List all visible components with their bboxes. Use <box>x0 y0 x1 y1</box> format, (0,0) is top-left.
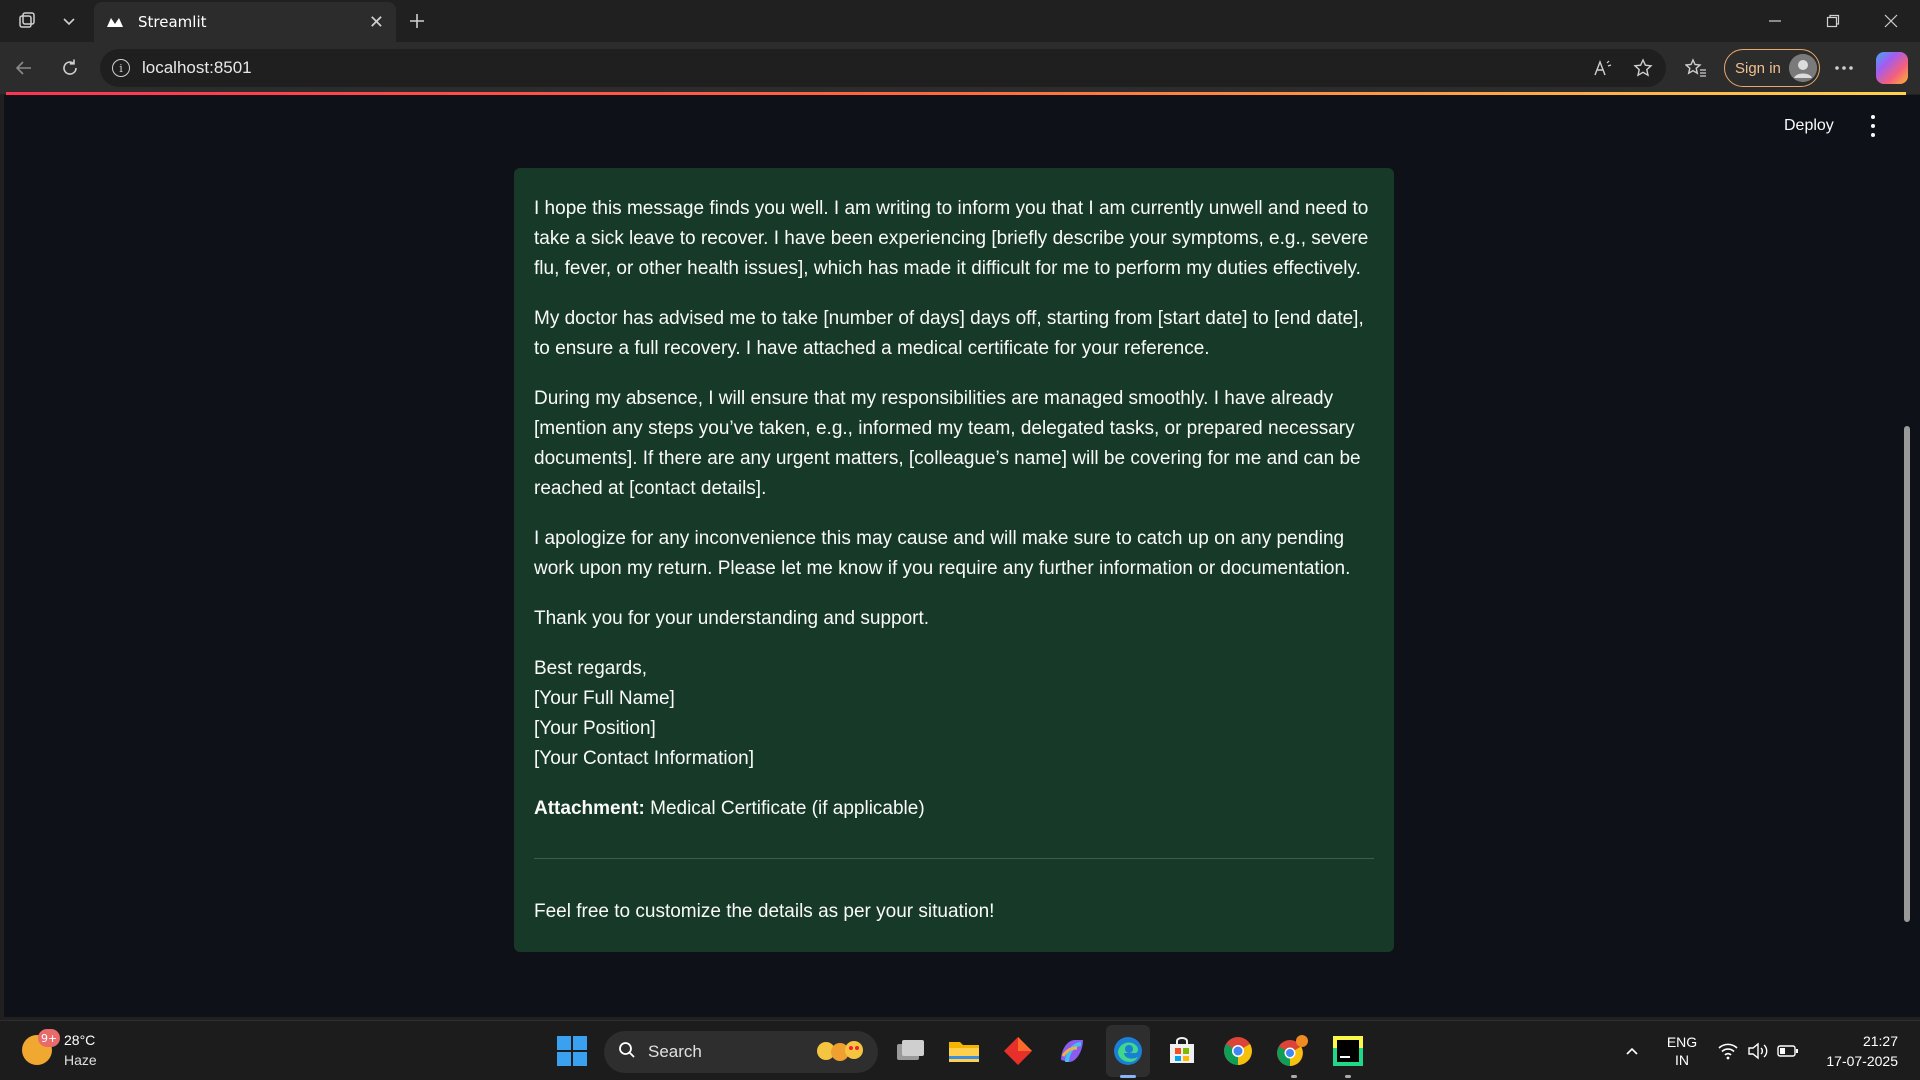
search-label: Search <box>648 1042 702 1061</box>
info-icon[interactable]: i <box>112 59 130 77</box>
main-menu-icon[interactable] <box>1868 115 1878 137</box>
windows-icon <box>557 1036 587 1066</box>
file-explorer-icon[interactable] <box>946 1033 982 1069</box>
navigation-bar: i localhost:8501 Sign in <box>0 42 1920 94</box>
attachment-value: Medical Certificate (if applicable) <box>644 798 925 819</box>
back-icon[interactable] <box>8 52 40 84</box>
signature-name: [Your Full Name] <box>534 688 675 709</box>
divider <box>534 858 1374 859</box>
deploy-button[interactable]: Deploy <box>1784 117 1834 135</box>
edge-running-indicator <box>1120 1075 1136 1078</box>
taskbar-search[interactable]: Search <box>604 1031 878 1073</box>
clock-date: 17-07-2025 <box>1826 1053 1898 1069</box>
chrome-running-indicator <box>1291 1075 1297 1078</box>
scrollbar-thumb[interactable] <box>1904 426 1910 922</box>
footer-note: Feel free to customize the details as pe… <box>534 901 995 922</box>
store-icon[interactable] <box>1164 1033 1200 1069</box>
tab-list-icon[interactable] <box>54 6 84 36</box>
title-bar: Streamlit ✕ <box>0 0 1920 42</box>
favorites-icon[interactable] <box>1680 52 1712 84</box>
language-code: ENG <box>1666 1034 1698 1050</box>
edge-icon[interactable] <box>1110 1033 1146 1069</box>
letter-paragraph-4: I apologize for any inconvenience this m… <box>534 528 1351 579</box>
letter-paragraph-1: I hope this message finds you well. I am… <box>534 198 1369 279</box>
new-tab-icon[interactable] <box>402 6 432 36</box>
window-close-icon[interactable] <box>1862 0 1920 42</box>
minimize-icon[interactable] <box>1746 0 1804 42</box>
weather-badge: 9+ <box>38 1029 61 1047</box>
pycharm-running-indicator <box>1345 1075 1351 1078</box>
signature-contact: [Your Contact Information] <box>534 748 755 769</box>
chrome-profile-icon[interactable] <box>1274 1033 1310 1069</box>
taskbar: 9+ 28°C Haze Search ENG IN 21:27 17-07-2… <box>0 1020 1920 1080</box>
attachment-label: Attachment: <box>534 798 645 819</box>
read-aloud-icon[interactable] <box>1586 51 1620 85</box>
letter-paragraph-5: Thank you for your understanding and sup… <box>534 608 930 629</box>
sign-in-label: Sign in <box>1735 59 1781 77</box>
signature-position: [Your Position] <box>534 718 656 739</box>
pycharm-icon[interactable] <box>1330 1033 1366 1069</box>
letter-card: I hope this message finds you well. I am… <box>514 168 1394 952</box>
task-view-icon[interactable] <box>892 1033 928 1069</box>
closing-line: Best regards, <box>534 658 647 679</box>
language-indicator[interactable]: ENG IN <box>1664 1033 1700 1069</box>
attachment-line: Attachment: Medical Certificate (if appl… <box>534 794 1374 824</box>
system-clock[interactable]: 21:27 17-07-2025 <box>1812 1031 1898 1071</box>
weather-condition: Haze <box>64 1052 97 1068</box>
avatar <box>1788 54 1817 82</box>
favorite-star-icon[interactable] <box>1626 51 1660 85</box>
tab-title: Streamlit <box>138 13 207 31</box>
browser-tab[interactable]: Streamlit ✕ <box>94 2 396 42</box>
signature-block: Best regards, [Your Full Name] [Your Pos… <box>534 654 1374 774</box>
start-button[interactable] <box>554 1033 590 1069</box>
weather-widget[interactable]: 9+ 28°C Haze <box>22 1029 142 1073</box>
address-bar[interactable]: i localhost:8501 <box>100 49 1666 87</box>
sign-in-button[interactable]: Sign in <box>1724 49 1820 87</box>
workspaces-icon[interactable] <box>12 6 42 36</box>
close-icon[interactable]: ✕ <box>369 12 384 33</box>
streamlit-favicon <box>106 13 124 31</box>
clock-time: 21:27 <box>1862 1033 1898 1049</box>
copilot-icon[interactable] <box>1876 52 1908 84</box>
letter-paragraph-3: During my absence, I will ensure that my… <box>534 388 1361 499</box>
letter-paragraph-2: My doctor has advised me to take [number… <box>534 308 1364 359</box>
emoji-highlight-icon <box>816 1039 868 1066</box>
region-code: IN <box>1675 1052 1689 1068</box>
search-icon <box>618 1041 636 1064</box>
more-icon[interactable] <box>1828 52 1860 84</box>
app-diamond-icon[interactable] <box>1000 1033 1036 1069</box>
chrome-icon[interactable] <box>1220 1033 1256 1069</box>
battery-icon[interactable] <box>1770 1033 1806 1069</box>
url-text[interactable]: localhost:8501 <box>142 58 1586 78</box>
refresh-icon[interactable] <box>54 52 86 84</box>
temperature: 28°C <box>64 1032 96 1048</box>
restore-icon[interactable] <box>1804 0 1862 42</box>
chevron-up-icon[interactable] <box>1614 1033 1650 1069</box>
copilot-app-icon[interactable] <box>1054 1033 1090 1069</box>
